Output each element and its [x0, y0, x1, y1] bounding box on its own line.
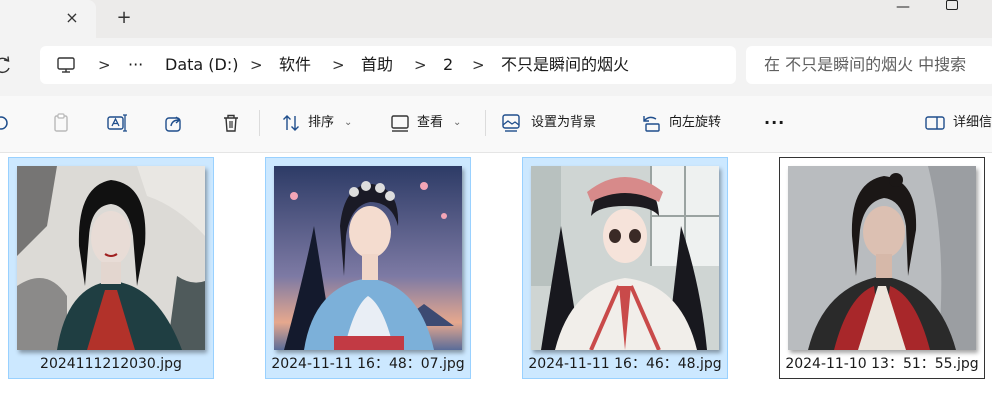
maximize-button[interactable] — [946, 0, 958, 10]
toolbar-divider — [485, 110, 486, 136]
file-item[interactable]: 2024-11-10 13：51：55.jpg — [779, 157, 985, 379]
this-pc-icon[interactable] — [56, 55, 76, 75]
search-input[interactable]: 在 不只是瞬间的烟火 中搜索 — [764, 54, 966, 76]
set-background-icon[interactable] — [500, 112, 522, 134]
breadcrumb-data-d[interactable]: Data (D:) — [165, 54, 238, 76]
delete-icon[interactable] — [220, 112, 242, 134]
paste-icon[interactable] — [50, 112, 72, 134]
file-item[interactable]: 2024-11-11 16：48：07.jpg — [265, 157, 471, 379]
chevron-down-icon[interactable]: ⌄ — [453, 112, 461, 134]
breadcrumb-separator[interactable]: > — [332, 54, 345, 76]
breadcrumb-shouzhu[interactable]: 首助 — [361, 54, 393, 76]
breadcrumb-separator[interactable]: > — [250, 54, 263, 76]
set-background-button[interactable]: 设置为背景 — [531, 112, 596, 134]
refresh-icon[interactable] — [0, 55, 12, 75]
breadcrumb-software[interactable]: 软件 — [279, 54, 311, 76]
sort-button[interactable]: 排序 — [308, 112, 334, 134]
file-name[interactable]: 2024-11-11 16：46：48.jpg — [523, 354, 727, 374]
breadcrumb-overflow[interactable]: ··· — [128, 54, 143, 76]
file-list: 2024111212030.jpg 2024-11-11 16：48：07.jp… — [0, 153, 992, 408]
details-pane-icon[interactable] — [924, 112, 946, 134]
explorer-tab[interactable]: × — [0, 0, 96, 38]
view-icon[interactable] — [389, 112, 411, 134]
rename-icon[interactable] — [106, 112, 128, 134]
file-name[interactable]: 2024111212030.jpg — [9, 354, 213, 374]
breadcrumb-current-folder[interactable]: 不只是瞬间的烟火 — [501, 54, 629, 76]
close-tab-icon[interactable]: × — [62, 8, 82, 28]
view-button[interactable]: 查看 — [417, 112, 443, 134]
new-tab-button[interactable]: + — [114, 8, 134, 28]
breadcrumb-separator[interactable]: > — [98, 54, 111, 76]
file-name[interactable]: 2024-11-11 16：48：07.jpg — [266, 354, 470, 374]
title-bar: × + — — [0, 0, 992, 38]
breadcrumb-folder-2[interactable]: 2 — [443, 54, 453, 76]
command-bar: 排序 ⌄ 查看 ⌄ 设置为背景 向左旋转 ··· 详细信 — [0, 96, 992, 153]
file-item[interactable]: 2024-11-11 16：46：48.jpg — [522, 157, 728, 379]
file-item[interactable]: 2024111212030.jpg — [8, 157, 214, 379]
more-options-button[interactable]: ··· — [764, 112, 785, 134]
share-icon[interactable] — [163, 112, 185, 134]
breadcrumb-separator[interactable]: > — [472, 54, 485, 76]
cut-icon[interactable] — [0, 112, 12, 134]
details-button[interactable]: 详细信 — [953, 112, 992, 134]
search-box[interactable]: 在 不只是瞬间的烟火 中搜索 — [746, 46, 992, 84]
sort-icon[interactable] — [280, 112, 302, 134]
thumbnail-image — [17, 166, 205, 350]
chevron-down-icon[interactable]: ⌄ — [344, 112, 352, 134]
thumbnail-image — [274, 166, 462, 350]
toolbar-divider — [259, 110, 260, 136]
thumbnail-image — [531, 166, 719, 350]
minimize-button[interactable]: — — [893, 0, 913, 14]
breadcrumb-separator[interactable]: > — [414, 54, 427, 76]
address-bar[interactable]: > ··· Data (D:) > 软件 > 首助 > 2 > 不只是瞬间的烟火 — [40, 46, 736, 84]
rotate-left-icon[interactable] — [640, 112, 662, 134]
thumbnail-image — [788, 166, 976, 350]
address-row: > ··· Data (D:) > 软件 > 首助 > 2 > 不只是瞬间的烟火… — [0, 38, 992, 96]
file-name[interactable]: 2024-11-10 13：51：55.jpg — [780, 354, 984, 374]
rotate-left-button[interactable]: 向左旋转 — [669, 112, 721, 134]
